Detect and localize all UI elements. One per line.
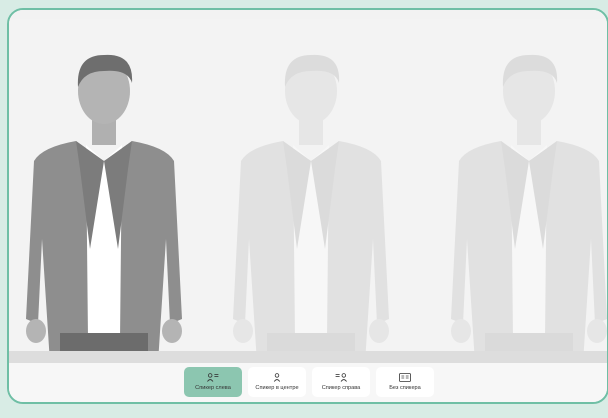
option-speaker-right-label: Спикер справа — [321, 385, 361, 391]
no-speaker-icon — [399, 373, 411, 382]
speaker-left-figure — [24, 49, 184, 363]
option-speaker-center[interactable]: Спикер в центре — [248, 367, 306, 397]
speaker-left-icon — [207, 373, 219, 382]
speaker-center-figure — [231, 49, 391, 363]
preview-frame: Спикер слева Спикер в центре Спикер спра… — [7, 8, 608, 404]
option-speaker-right[interactable]: Спикер справа — [312, 367, 370, 397]
option-speaker-left[interactable]: Спикер слева — [184, 367, 242, 397]
option-no-speaker-label: Без спикера — [389, 385, 421, 391]
option-no-speaker[interactable]: Без спикера — [376, 367, 434, 397]
option-speaker-left-label: Спикер слева — [195, 385, 231, 391]
preview-stage — [9, 19, 607, 363]
preview-top-bar — [9, 10, 607, 19]
speaker-center-icon — [273, 373, 281, 382]
option-speaker-center-label: Спикер в центре — [255, 385, 299, 391]
stage-floor — [9, 351, 607, 363]
speaker-right-figure — [449, 49, 607, 363]
speaker-right-icon — [335, 373, 347, 382]
layout-options: Спикер слева Спикер в центре Спикер спра… — [184, 367, 434, 397]
